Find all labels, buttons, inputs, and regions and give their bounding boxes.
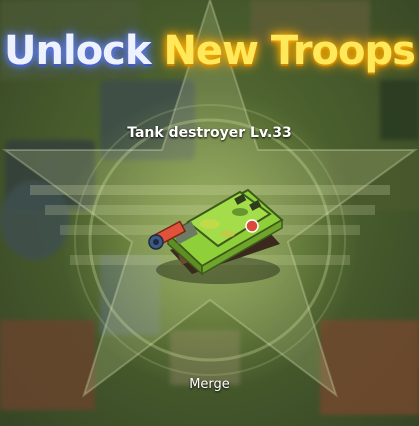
merge-label[interactable]: Merge bbox=[0, 377, 419, 392]
tank-destroyer-icon bbox=[148, 188, 284, 284]
unit-name-label: Tank destroyer Lv.33 bbox=[127, 125, 292, 141]
title-part-unlock: Unlock bbox=[4, 28, 151, 74]
title-part-new-troops: New Troops bbox=[163, 28, 416, 74]
unlock-title: Unlock New Troops bbox=[0, 28, 419, 74]
